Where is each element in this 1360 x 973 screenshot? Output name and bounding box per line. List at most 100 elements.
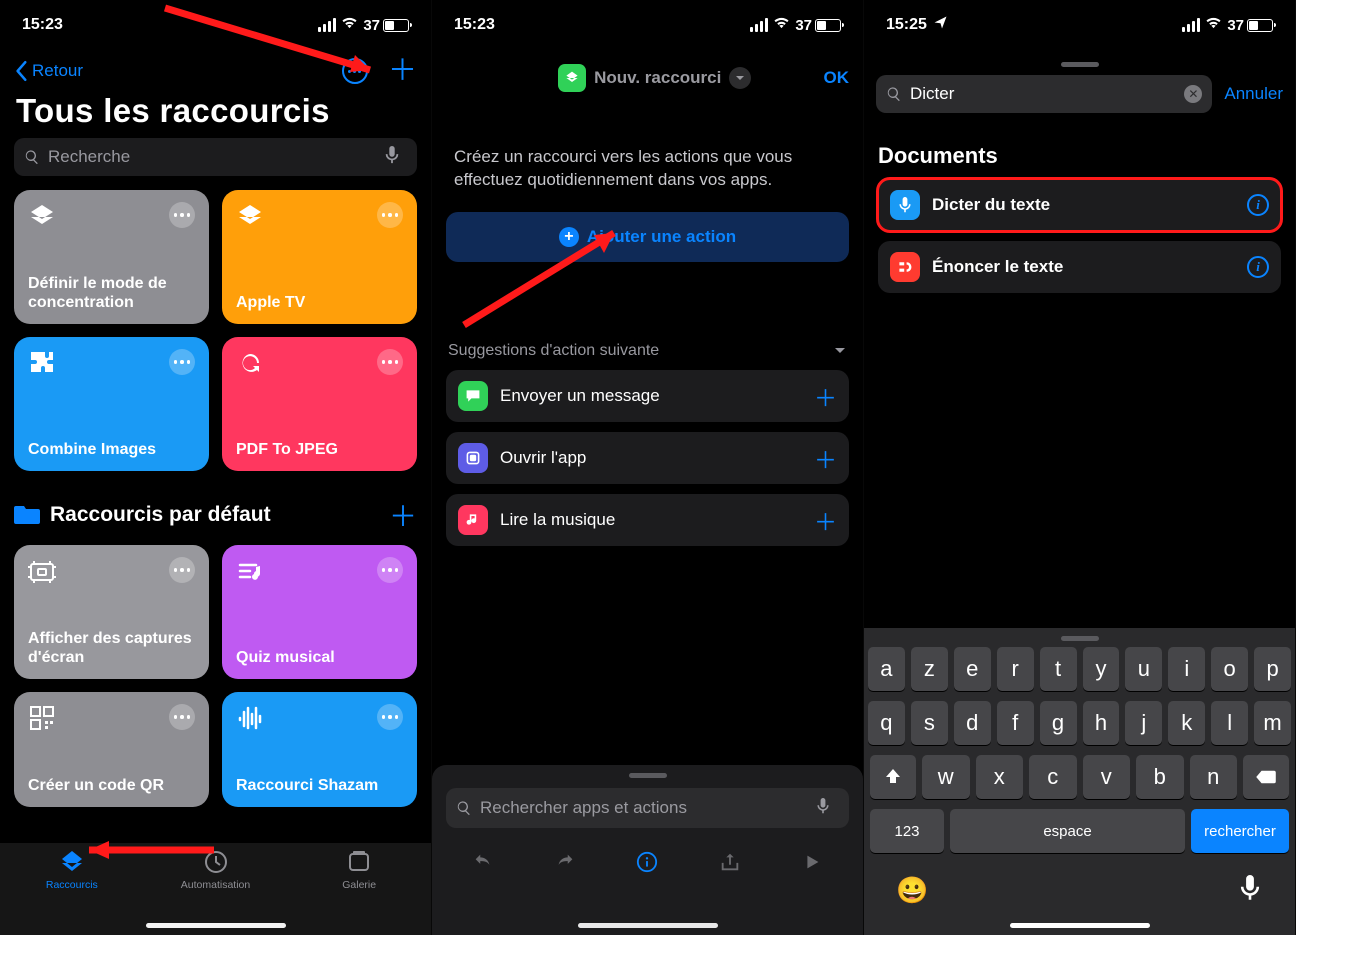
key-e[interactable]: e: [954, 647, 991, 691]
suggestion-add-button[interactable]: ＋: [814, 379, 837, 413]
key-i[interactable]: i: [1168, 647, 1205, 691]
key-m[interactable]: m: [1254, 701, 1291, 745]
ok-button[interactable]: OK: [824, 68, 850, 88]
tile-label: PDF To JPEG: [236, 440, 403, 459]
key-d[interactable]: d: [954, 701, 991, 745]
grabber[interactable]: [629, 773, 667, 778]
folder-row[interactable]: Raccourcis par défaut ＋: [0, 471, 431, 545]
suggestion-row[interactable]: Ouvrir l'app ＋: [446, 432, 849, 484]
suggestion-add-button[interactable]: ＋: [814, 441, 837, 475]
key-p[interactable]: p: [1254, 647, 1291, 691]
undo-button[interactable]: [462, 851, 504, 873]
shortcut-tile[interactable]: Raccourci Shazam: [222, 692, 417, 807]
key-a[interactable]: a: [868, 647, 905, 691]
key-z[interactable]: z: [911, 647, 948, 691]
space-key[interactable]: espace: [950, 809, 1185, 853]
key-c[interactable]: c: [1029, 755, 1077, 799]
search-key[interactable]: rechercher: [1191, 809, 1289, 853]
shortcut-tile[interactable]: Combine Images: [14, 337, 209, 471]
bottom-sheet[interactable]: Rechercher apps et actions: [432, 765, 863, 935]
tile-more-button[interactable]: [377, 349, 403, 375]
action-search-field[interactable]: Rechercher apps et actions: [446, 788, 849, 828]
key-y[interactable]: y: [1083, 647, 1120, 691]
more-button[interactable]: [342, 58, 368, 84]
key-b[interactable]: b: [1136, 755, 1184, 799]
mic-icon[interactable]: [385, 146, 407, 169]
key-t[interactable]: t: [1040, 647, 1077, 691]
key-q[interactable]: q: [868, 701, 905, 745]
suggestion-row[interactable]: Lire la musique ＋: [446, 494, 849, 546]
key-w[interactable]: w: [922, 755, 970, 799]
shortcut-tile[interactable]: Apple TV: [222, 190, 417, 324]
suggestions-header[interactable]: Suggestions d'action suivante: [432, 262, 863, 370]
key-x[interactable]: x: [976, 755, 1024, 799]
tile-more-button[interactable]: [169, 557, 195, 583]
shortcut-tile[interactable]: Quiz musical: [222, 545, 417, 679]
add-action-button[interactable]: +Ajouter une action: [446, 212, 849, 262]
grabber[interactable]: [1061, 62, 1099, 67]
dictate-key[interactable]: [1237, 875, 1263, 906]
search-field[interactable]: Recherche: [14, 138, 417, 176]
suggestion-add-button[interactable]: ＋: [814, 503, 837, 537]
cancel-button[interactable]: Annuler: [1224, 84, 1283, 104]
shortcut-tile[interactable]: Créer un code QR: [14, 692, 209, 807]
shortcut-tile[interactable]: Définir le mode de concentration: [14, 190, 209, 324]
shortcut-tile[interactable]: Afficher des captures d'écran: [14, 545, 209, 679]
info-button[interactable]: i: [1247, 256, 1269, 278]
action-label: Dicter du texte: [932, 195, 1235, 215]
tile-more-button[interactable]: [169, 704, 195, 730]
key-s[interactable]: s: [911, 701, 948, 745]
search-value: Dicter: [910, 84, 1184, 104]
suggestion-row[interactable]: Envoyer un message ＋: [446, 370, 849, 422]
back-button[interactable]: Retour: [14, 60, 83, 82]
info-button[interactable]: i: [1247, 194, 1269, 216]
tile-icon: [236, 704, 264, 737]
key-o[interactable]: o: [1211, 647, 1248, 691]
backspace-key[interactable]: [1243, 755, 1289, 799]
wifi-icon: [1205, 16, 1222, 34]
mic-icon[interactable]: [815, 798, 839, 819]
key-u[interactable]: u: [1125, 647, 1162, 691]
action-row[interactable]: Énoncer le texte i: [878, 241, 1281, 293]
key-l[interactable]: l: [1211, 701, 1248, 745]
tile-more-button[interactable]: [169, 202, 195, 228]
key-g[interactable]: g: [1040, 701, 1077, 745]
search-icon: [456, 800, 472, 816]
tile-more-button[interactable]: [169, 349, 195, 375]
tab-gallery[interactable]: Galerie: [287, 849, 431, 935]
key-v[interactable]: v: [1083, 755, 1131, 799]
action-row[interactable]: Dicter du texte i: [878, 179, 1281, 231]
tab-bar: Raccourcis Automatisation Galerie: [0, 843, 431, 935]
key-j[interactable]: j: [1125, 701, 1162, 745]
battery-icon: 37: [363, 17, 409, 34]
suggestion-label: Envoyer un message: [500, 386, 802, 406]
suggestion-icon: [458, 381, 488, 411]
info-button[interactable]: [626, 851, 668, 873]
tile-more-button[interactable]: [377, 557, 403, 583]
search-field[interactable]: Dicter ✕: [876, 75, 1212, 113]
numbers-key[interactable]: 123: [870, 809, 944, 853]
key-k[interactable]: k: [1168, 701, 1205, 745]
shift-key[interactable]: [870, 755, 916, 799]
chevron-down-icon[interactable]: [729, 67, 751, 89]
suggestion-icon: [458, 443, 488, 473]
key-f[interactable]: f: [997, 701, 1034, 745]
keyboard-grabber: [1061, 636, 1099, 641]
key-n[interactable]: n: [1190, 755, 1238, 799]
emoji-key[interactable]: 😀: [896, 875, 928, 906]
clear-button[interactable]: ✕: [1184, 85, 1202, 103]
folder-add-button[interactable]: ＋: [389, 495, 417, 535]
share-button[interactable]: [709, 851, 751, 873]
tile-label: Créer un code QR: [28, 776, 195, 795]
key-h[interactable]: h: [1083, 701, 1120, 745]
tile-more-button[interactable]: [377, 704, 403, 730]
editor-title[interactable]: Nouv. raccourci: [594, 68, 721, 88]
play-button[interactable]: [791, 851, 833, 873]
redo-button[interactable]: [544, 851, 586, 873]
tab-shortcuts[interactable]: Raccourcis: [0, 849, 144, 935]
tile-label: Combine Images: [28, 440, 195, 459]
shortcut-tile[interactable]: PDF To JPEG: [222, 337, 417, 471]
key-r[interactable]: r: [997, 647, 1034, 691]
tile-label: Raccourci Shazam: [236, 776, 403, 795]
tile-more-button[interactable]: [377, 202, 403, 228]
